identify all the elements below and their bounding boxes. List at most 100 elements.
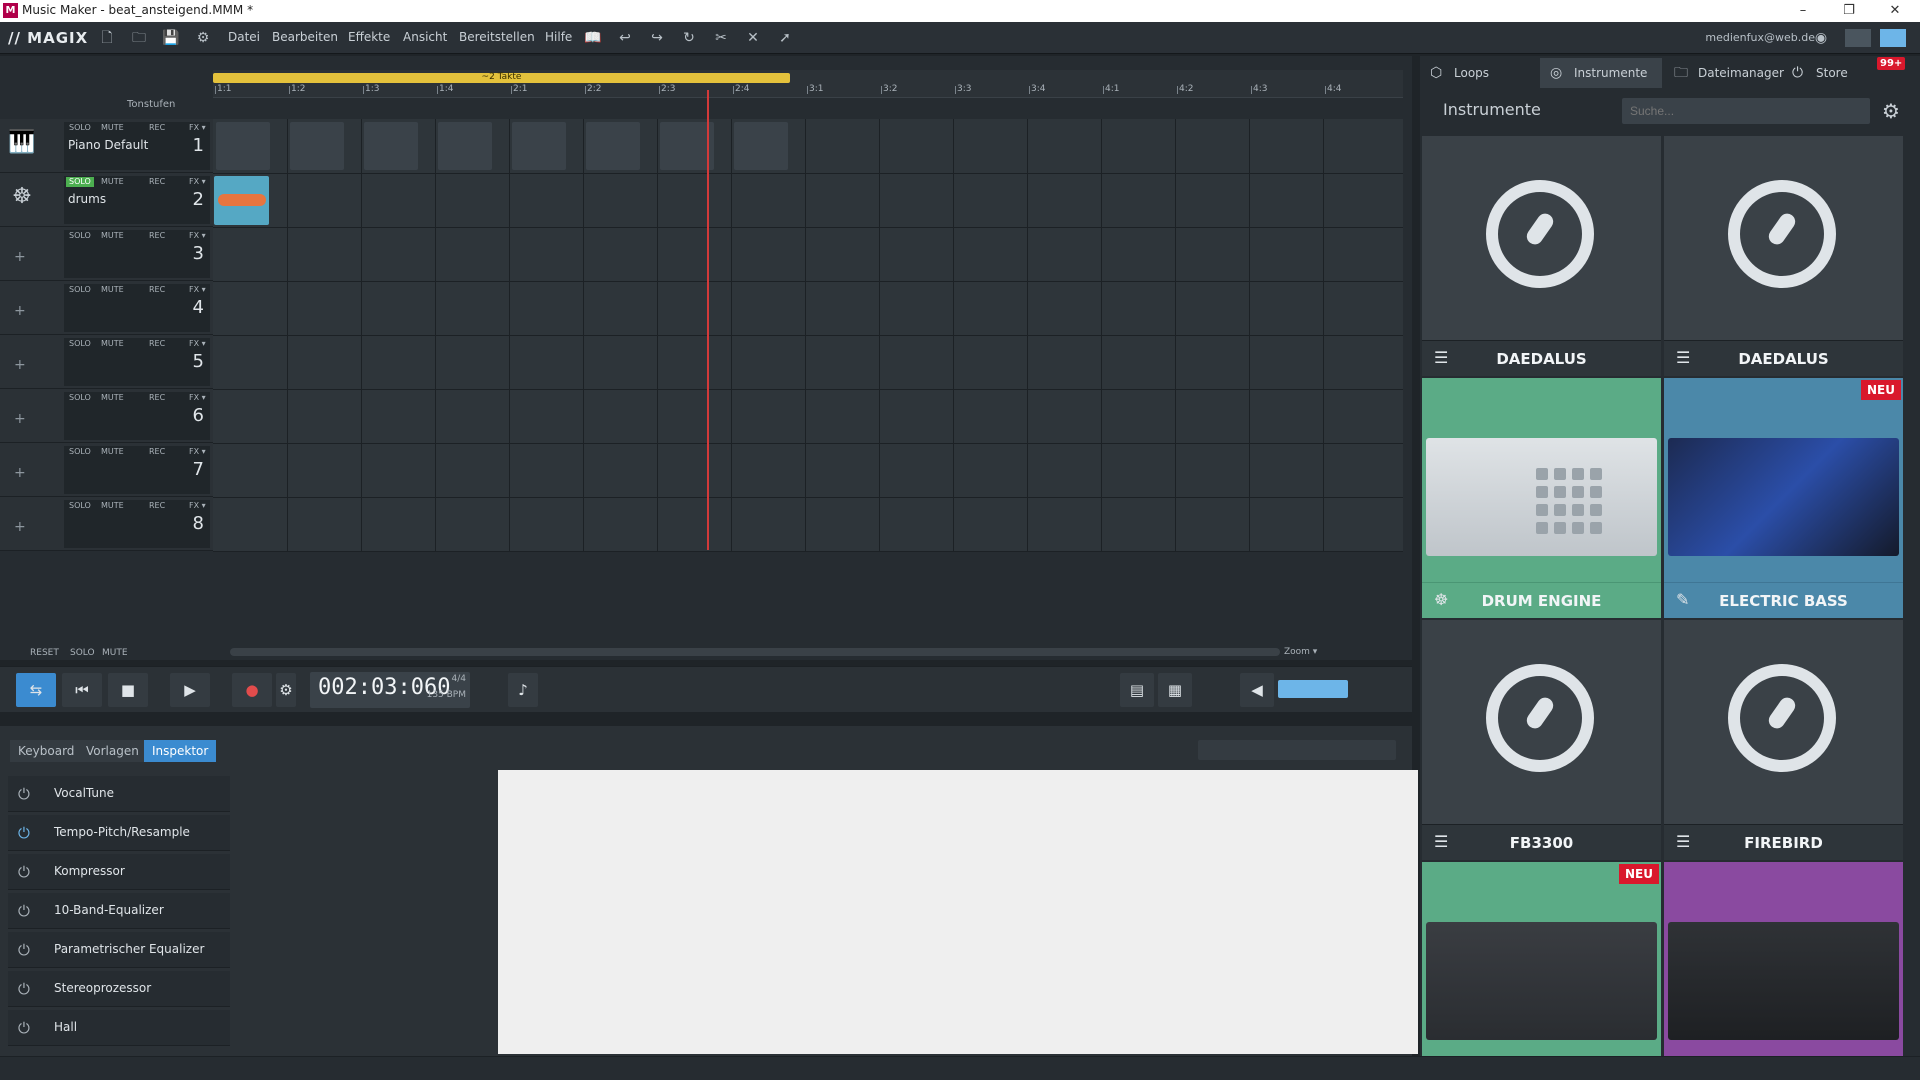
panel-toggle-icon[interactable] (1880, 29, 1906, 47)
arrangement-grid[interactable] (213, 119, 1403, 552)
minimize-button[interactable]: – (1780, 0, 1826, 22)
mute-button[interactable]: MUTE (98, 393, 127, 403)
instrument-tile[interactable]: ☰ DAEDALUS (1422, 136, 1661, 376)
mixer-view-icon[interactable]: ▤ (1120, 673, 1154, 707)
instrument-tile[interactable]: ☸ DRUM ENGINE (1422, 378, 1661, 618)
tempo-bpm[interactable]: 135 BPM (427, 690, 466, 700)
pointer-icon[interactable]: ➚ (776, 29, 794, 47)
record-button[interactable]: ● (232, 673, 272, 707)
add-instrument-icon[interactable]: + (14, 249, 26, 265)
solo-button[interactable]: SOLO (66, 501, 94, 511)
track-header[interactable]: + SOLO MUTE REC FX ▾ 4 (0, 281, 213, 335)
solo-button[interactable]: SOLO (66, 177, 94, 187)
rec-button[interactable]: REC (146, 501, 168, 511)
close-button[interactable]: ✕ (1872, 0, 1918, 22)
global-mute-button[interactable]: MUTE (102, 648, 128, 658)
user-email[interactable]: medienfux@web.de (1705, 31, 1815, 44)
master-volume-slider[interactable] (1278, 680, 1348, 698)
effect-item[interactable]: ⏻ Stereoprozessor (8, 971, 230, 1007)
refresh-icon[interactable]: ↻ (680, 29, 698, 47)
zoom-dropdown[interactable]: Zoom ▾ (1284, 647, 1317, 657)
rec-button[interactable]: REC (146, 231, 168, 241)
rec-button[interactable]: REC (146, 285, 168, 295)
effect-item[interactable]: ⏻ 10-Band-Equalizer (8, 893, 230, 929)
instrument-tile[interactable]: NEU (1422, 862, 1661, 1060)
fx-button[interactable]: FX ▾ (186, 447, 209, 457)
delete-icon[interactable]: ✕ (744, 29, 762, 47)
speaker-icon[interactable]: ◀ (1240, 673, 1274, 707)
maximize-button[interactable]: ❐ (1826, 0, 1872, 22)
track-header[interactable]: ☸ SOLO MUTE REC FX ▾ drums 2 (0, 173, 213, 227)
tab-instrumente[interactable]: ◎ Instrumente (1540, 58, 1662, 88)
add-instrument-icon[interactable]: + (14, 303, 26, 319)
track-header[interactable]: 🎹 SOLO MUTE REC FX ▾ Piano Default 1 (0, 119, 213, 173)
help-book-icon[interactable]: 📖 (584, 29, 602, 47)
effect-item[interactable]: ⏻ VocalTune (8, 776, 230, 812)
tab-dateimanager[interactable]: 🗀 Dateimanager (1664, 58, 1784, 88)
drums-clip[interactable] (214, 176, 269, 225)
mute-button[interactable]: MUTE (98, 123, 127, 133)
piano-clip[interactable] (734, 122, 788, 170)
fx-button[interactable]: FX ▾ (186, 501, 209, 511)
menu-bereitstellen[interactable]: Bereitstellen (459, 30, 535, 44)
mute-button[interactable]: MUTE (98, 285, 127, 295)
stop-button[interactable]: ■ (108, 673, 148, 707)
instrument-tile[interactable] (1664, 862, 1903, 1060)
effect-item[interactable]: ⏻ Hall (8, 1010, 230, 1046)
account-icon[interactable]: ◉ (1812, 29, 1830, 47)
fx-button[interactable]: FX ▾ (186, 123, 209, 133)
rec-button[interactable]: REC (146, 339, 168, 349)
power-icon[interactable]: ⏻ (18, 785, 30, 803)
global-solo-button[interactable]: SOLO (70, 648, 95, 658)
loop-range-bar[interactable]: ~2 Takte (213, 72, 790, 83)
browser-settings-icon[interactable]: ⚙ (1882, 99, 1900, 123)
mute-button[interactable]: MUTE (98, 501, 127, 511)
track-header[interactable]: + SOLO MUTE REC FX ▾ 8 (0, 497, 213, 551)
effect-item[interactable]: ⏻ Parametrischer Equalizer (8, 932, 230, 968)
metronome-icon[interactable]: ♪ (508, 673, 538, 707)
tab-loops[interactable]: ⬡ Loops (1420, 58, 1538, 88)
rewind-button[interactable]: ⏮ (62, 673, 102, 707)
power-icon[interactable]: ⏻ (18, 824, 30, 842)
instrument-tile[interactable]: NEU ✎ ELECTRIC BASS (1664, 378, 1903, 618)
rec-button[interactable]: REC (146, 123, 168, 133)
mute-button[interactable]: MUTE (98, 177, 127, 187)
instrument-tile[interactable]: ☰ FB3300 (1422, 620, 1661, 860)
power-icon[interactable]: ⏻ (18, 902, 30, 920)
piano-clip[interactable] (512, 122, 566, 170)
menu-datei[interactable]: Datei (228, 30, 260, 44)
keyboard-view-icon[interactable]: ▦ (1158, 673, 1192, 707)
play-button[interactable]: ▶ (170, 673, 210, 707)
rec-button[interactable]: REC (146, 447, 168, 457)
solo-button[interactable]: SOLO (66, 339, 94, 349)
tab-vorlagen[interactable]: Vorlagen (78, 740, 147, 762)
track-name[interactable]: Piano Default (68, 138, 148, 152)
power-icon[interactable]: ⏻ (18, 1019, 30, 1037)
track-name[interactable]: drums (68, 192, 106, 206)
solo-button[interactable]: SOLO (66, 393, 94, 403)
open-folder-icon[interactable]: 🗀 (130, 29, 148, 47)
solo-button[interactable]: SOLO (66, 447, 94, 457)
menu-effekte[interactable]: Effekte (348, 30, 390, 44)
new-file-icon[interactable]: 🗋 (98, 29, 116, 47)
piano-clip[interactable] (364, 122, 418, 170)
effect-item[interactable]: ⏻ Kompressor (8, 854, 230, 890)
timeline-ruler[interactable]: ~2 Takte 1:1 1:2 1:3 1:4 2:1 2:2 2:3 2:4 3:1 3:2 3… (213, 70, 1403, 98)
layout-toggle-icon[interactable] (1845, 29, 1871, 47)
fx-button[interactable]: FX ▾ (186, 393, 209, 403)
tab-store[interactable]: ⏻ Store (1782, 58, 1892, 88)
rec-button[interactable]: REC (146, 393, 168, 403)
effect-item[interactable]: ⏻ Tempo-Pitch/Resample (8, 815, 230, 851)
settings-icon[interactable]: ⚙ (194, 29, 212, 47)
solo-button[interactable]: SOLO (66, 123, 94, 133)
playhead[interactable] (707, 90, 709, 550)
piano-clip[interactable] (586, 122, 640, 170)
record-settings-icon[interactable]: ⚙ (276, 673, 296, 707)
add-instrument-icon[interactable]: + (14, 519, 26, 535)
add-instrument-icon[interactable]: + (14, 357, 26, 373)
piano-clip[interactable] (660, 122, 714, 170)
solo-button[interactable]: SOLO (66, 231, 94, 241)
fx-button[interactable]: FX ▾ (186, 339, 209, 349)
horizontal-scrollbar[interactable] (230, 648, 1280, 656)
power-icon[interactable]: ⏻ (18, 863, 30, 881)
